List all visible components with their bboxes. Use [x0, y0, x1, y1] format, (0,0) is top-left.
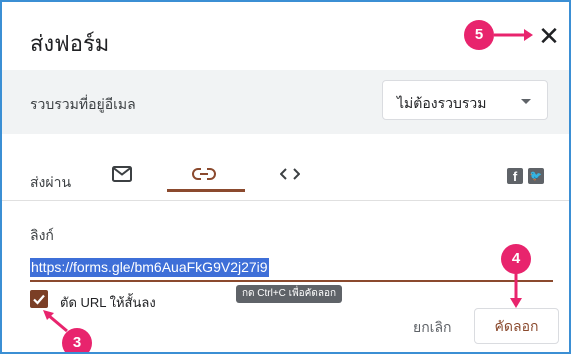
- shorten-url-checkbox[interactable]: [30, 290, 48, 308]
- tab-embed[interactable]: [270, 152, 310, 192]
- tab-email[interactable]: [102, 152, 142, 192]
- check-icon: [33, 294, 45, 305]
- section-divider: [2, 200, 569, 201]
- twitter-icon: 🐦: [529, 171, 543, 182]
- link-url-field[interactable]: https://forms.gle/bm6AuaFkG9V2j27i9: [30, 258, 553, 282]
- facebook-share-button[interactable]: f: [507, 168, 523, 184]
- dialog-title: ส่งฟอร์ม: [30, 31, 110, 56]
- facebook-icon: f: [512, 169, 518, 184]
- cancel-button[interactable]: ยกเลิก: [413, 317, 452, 339]
- collect-email-value: ไม่ต้องรวบรวม: [397, 95, 487, 111]
- shorten-url-label: ตัด URL ให้สั้นลง: [60, 295, 156, 310]
- dropdown-caret-icon: [521, 99, 531, 104]
- annotation-arrow-3-icon: [43, 310, 68, 333]
- link-heading: ลิงก์: [30, 227, 54, 243]
- annotation-badge-4: 4: [501, 244, 531, 274]
- mail-icon: [112, 166, 132, 182]
- collect-email-label: รวบรวมที่อยู่อีเมล: [30, 96, 136, 112]
- annotation-arrow-5-icon: [494, 29, 533, 41]
- active-tab-indicator: [167, 189, 245, 192]
- close-button[interactable]: ✕: [535, 22, 563, 50]
- send-form-dialog: ส่งฟอร์ม ✕ รวบรวมที่อยู่อีเมล ไม่ต้องรวบ…: [0, 0, 571, 354]
- annotation-arrow-4-icon: [510, 273, 522, 308]
- send-via-label: ส่งผ่าน: [30, 174, 72, 190]
- link-icon: [192, 168, 216, 180]
- close-icon: ✕: [538, 21, 560, 51]
- tab-link[interactable]: [182, 152, 226, 192]
- link-url-text[interactable]: https://forms.gle/bm6AuaFkG9V2j27i9: [30, 258, 269, 277]
- copy-tooltip: กด Ctrl+C เพื่อคัดลอก: [236, 285, 342, 303]
- collect-email-select[interactable]: ไม่ต้องรวบรวม: [382, 80, 548, 120]
- annotation-badge-5: 5: [464, 20, 494, 50]
- embed-code-icon: [280, 168, 300, 180]
- twitter-share-button[interactable]: 🐦: [528, 168, 544, 184]
- copy-button[interactable]: คัดลอก: [474, 308, 559, 344]
